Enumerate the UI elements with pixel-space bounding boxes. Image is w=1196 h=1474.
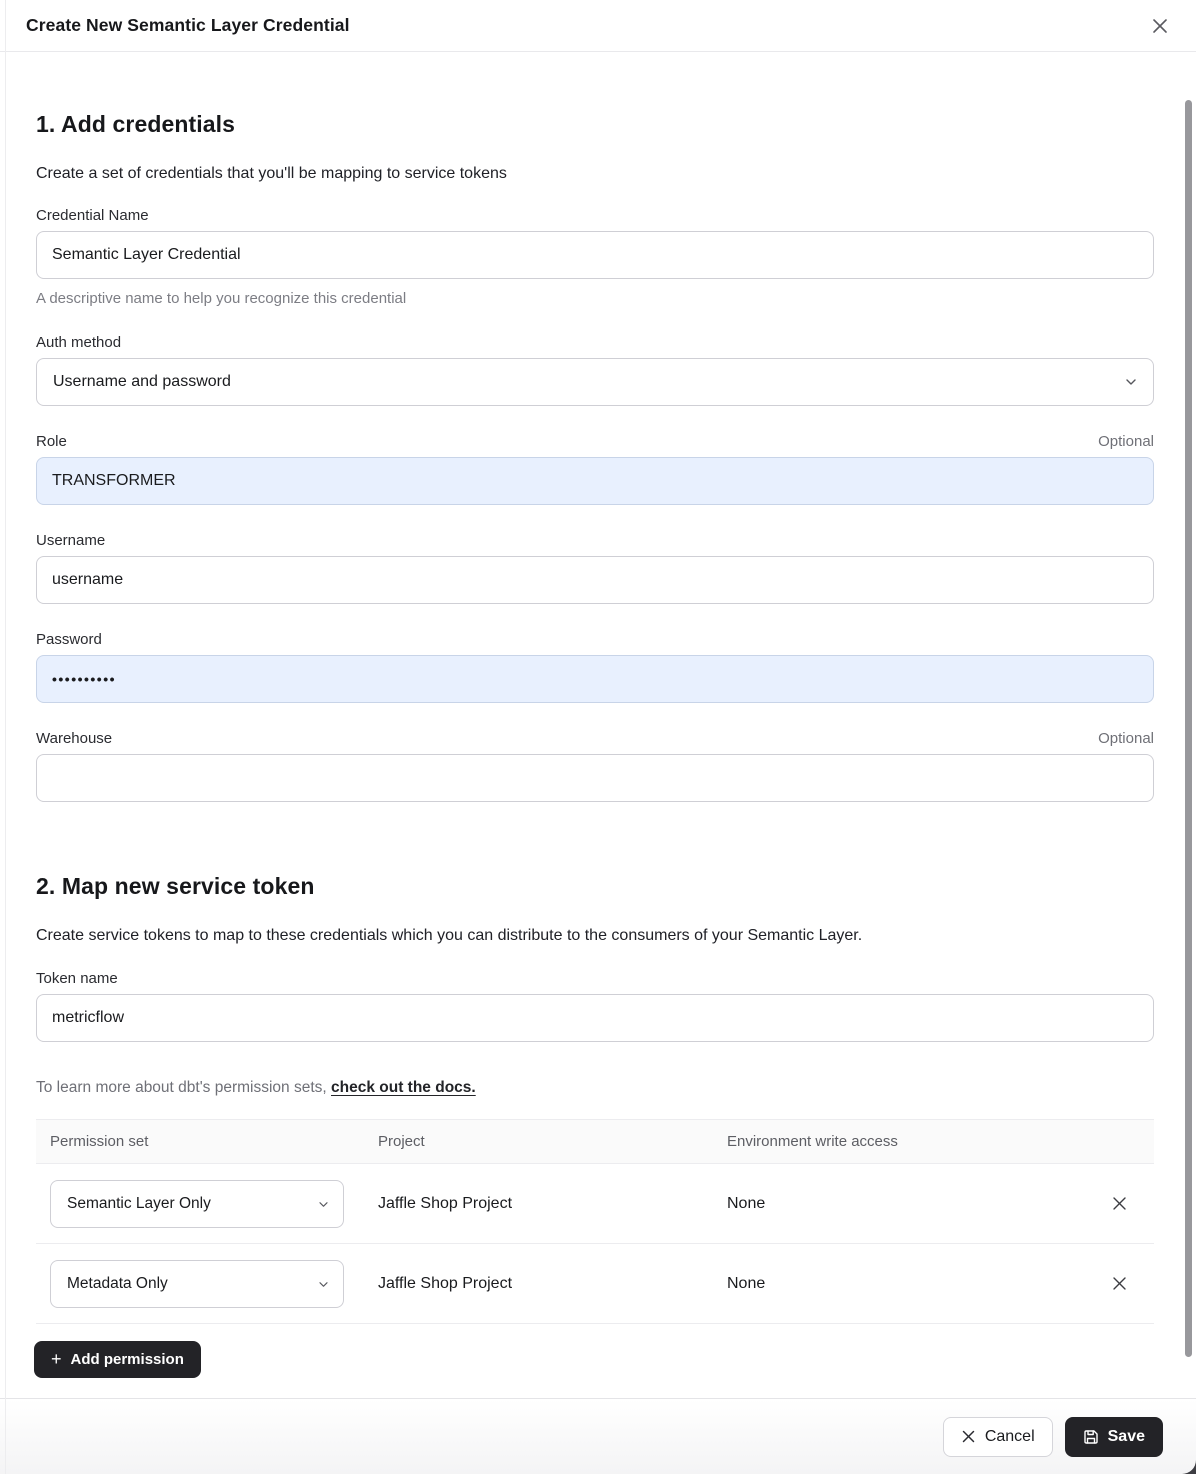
credential-name-helper: A descriptive name to help you recognize… xyxy=(36,290,1154,307)
add-permission-label: Add permission xyxy=(71,1351,184,1368)
chevron-down-icon xyxy=(1125,378,1137,386)
permission-set-value: Semantic Layer Only xyxy=(67,1195,211,1213)
permission-set-select[interactable]: Metadata Only xyxy=(50,1260,344,1308)
token-name-input[interactable] xyxy=(36,994,1154,1042)
cancel-button-label: Cancel xyxy=(985,1428,1035,1446)
auth-method-label: Auth method xyxy=(36,334,121,351)
docs-note-text: To learn more about dbt's permission set… xyxy=(36,1079,331,1096)
username-input[interactable] xyxy=(36,556,1154,604)
role-label: Role xyxy=(36,433,67,450)
page-edge xyxy=(5,0,6,1474)
section-description: Create a set of credentials that you'll … xyxy=(36,164,1154,184)
role-optional-tag: Optional xyxy=(1098,433,1154,450)
permission-set-select[interactable]: Semantic Layer Only xyxy=(50,1180,344,1228)
header-project: Project xyxy=(364,1133,713,1150)
password-input[interactable] xyxy=(36,655,1154,703)
permission-set-value: Metadata Only xyxy=(67,1275,168,1293)
warehouse-label: Warehouse xyxy=(36,730,112,747)
token-section-description: Create service tokens to map to these cr… xyxy=(36,926,1154,946)
environment-write-access-cell: None xyxy=(713,1275,1084,1293)
auth-method-select[interactable]: Username and password xyxy=(36,358,1154,406)
credential-name-label: Credential Name xyxy=(36,207,149,224)
username-label: Username xyxy=(36,532,105,549)
section-heading-add-credentials: 1. Add credentials xyxy=(36,110,1154,138)
project-cell: Jaffle Shop Project xyxy=(364,1275,713,1293)
credential-name-input[interactable] xyxy=(36,231,1154,279)
save-button-label: Save xyxy=(1108,1428,1145,1446)
save-button[interactable]: Save xyxy=(1065,1417,1163,1457)
auth-method-value: Username and password xyxy=(53,373,231,391)
close-icon xyxy=(961,1429,976,1444)
modal-footer: Cancel Save xyxy=(0,1398,1196,1474)
header-permission-set: Permission set xyxy=(36,1133,364,1150)
header-environment-write-access: Environment write access xyxy=(713,1133,1084,1150)
table-row: Semantic Layer Only Jaffle Shop Project … xyxy=(36,1164,1154,1244)
plus-icon: + xyxy=(51,1350,62,1368)
save-icon xyxy=(1083,1429,1099,1445)
chevron-down-icon xyxy=(318,1275,329,1293)
add-permission-button[interactable]: + Add permission xyxy=(34,1341,201,1378)
remove-icon xyxy=(1111,1275,1128,1292)
modal-title: Create New Semantic Layer Credential xyxy=(26,15,350,36)
warehouse-optional-tag: Optional xyxy=(1098,730,1154,747)
token-name-label: Token name xyxy=(36,970,118,987)
environment-write-access-cell: None xyxy=(713,1195,1084,1213)
close-icon xyxy=(1149,15,1171,37)
section-heading-map-token: 2. Map new service token xyxy=(36,872,1154,900)
remove-icon xyxy=(1111,1195,1128,1212)
remove-permission-button[interactable] xyxy=(1105,1270,1133,1298)
remove-permission-button[interactable] xyxy=(1105,1190,1133,1218)
scrollbar[interactable] xyxy=(1185,100,1192,1357)
permissions-table-header: Permission set Project Environment write… xyxy=(36,1120,1154,1164)
project-cell: Jaffle Shop Project xyxy=(364,1195,713,1213)
role-input[interactable] xyxy=(36,457,1154,505)
docs-note: To learn more about dbt's permission set… xyxy=(36,1079,1154,1097)
modal-body: 1. Add credentials Create a set of crede… xyxy=(0,110,1196,1378)
table-row: Metadata Only Jaffle Shop Project None xyxy=(36,1244,1154,1324)
cancel-button[interactable]: Cancel xyxy=(943,1417,1053,1457)
password-label: Password xyxy=(36,631,102,648)
chevron-down-icon xyxy=(318,1195,329,1213)
modal-header: Create New Semantic Layer Credential xyxy=(0,0,1196,52)
close-button[interactable] xyxy=(1146,12,1174,40)
docs-link[interactable]: check out the docs. xyxy=(331,1079,476,1096)
permissions-table: Permission set Project Environment write… xyxy=(36,1119,1154,1324)
warehouse-input[interactable] xyxy=(36,754,1154,802)
